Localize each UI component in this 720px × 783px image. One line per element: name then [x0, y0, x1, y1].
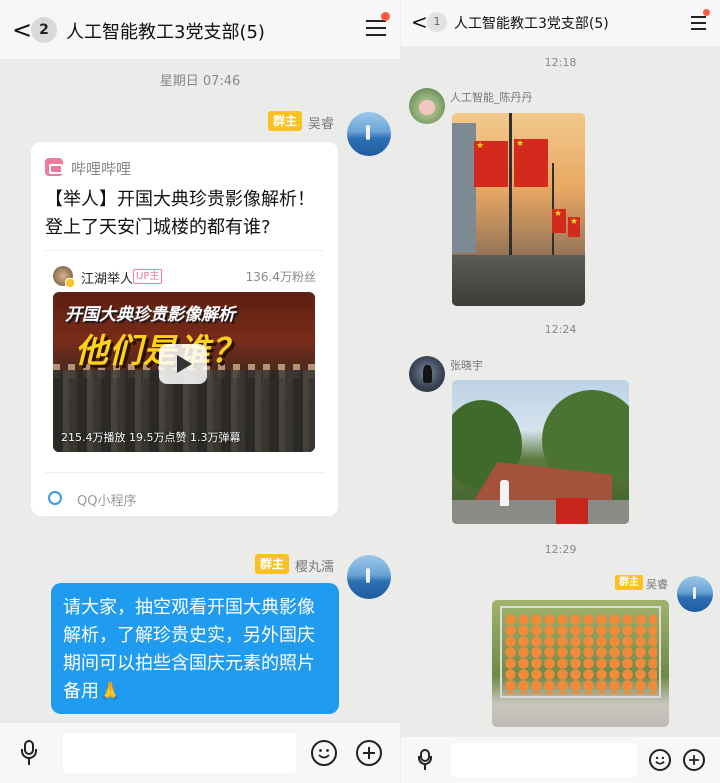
- left-chat-panel: < 2 人工智能教工3党支部(5) 星期日 07:46 群主 吴睿 哔哩哔哩 【…: [0, 0, 400, 783]
- chat-title: 人工智能教工3党支部(5): [454, 16, 609, 32]
- image-message-flags[interactable]: [452, 113, 585, 306]
- text-message-bubble[interactable]: 请大家，抽空观看开国大典影像解析，了解珍贵史实，另外国庆期间可以拍些含国庆元素的…: [51, 583, 339, 714]
- video-thumbnail[interactable]: 开国大典珍贵影像解析 他们是谁？ 215.4万播放 19.5万点赞 1.3万弹幕: [53, 292, 315, 452]
- emoji-icon[interactable]: [649, 749, 671, 771]
- card-divider: [45, 472, 324, 473]
- right-chat-panel: < 1 人工智能教工3党支部(5) 12:18 人工智能_陈丹丹 12:24 张…: [401, 0, 720, 783]
- sender-avatar[interactable]: [347, 555, 391, 599]
- sender-name: 人工智能_陈丹丹: [450, 91, 533, 104]
- card-divider: [45, 250, 324, 251]
- chat-title: 人工智能教工3党支部(5): [66, 22, 265, 43]
- group-owner-tag: 群主: [615, 575, 643, 590]
- thumbnail-banner-top: 开国大典珍贵影像解析: [65, 305, 235, 325]
- back-arrow-icon[interactable]: <: [411, 10, 428, 34]
- sender-name: 吴睿: [308, 117, 335, 132]
- mini-program-icon: [48, 491, 62, 505]
- notification-dot: [703, 9, 710, 16]
- chat-header: < 1 人工智能教工3党支部(5): [401, 0, 720, 46]
- message-timestamp: 星期日 07:46: [159, 74, 241, 89]
- message-text: 请大家，抽空观看开国大典影像解析，了解珍贵史实，另外国庆期间可以拍些含国庆元素的…: [63, 597, 315, 702]
- message-timestamp: 12:29: [544, 543, 577, 556]
- chat-input-bar: [0, 723, 400, 783]
- bilibili-logo-icon: [45, 158, 63, 176]
- image-message-lanterns[interactable]: [492, 600, 669, 727]
- uploader-name: 江湖举人: [81, 272, 134, 287]
- uploader-tag: UP主: [133, 269, 163, 284]
- card-headline: 【举人】开国大典珍贵影像解析！登上了天安门城楼的都有谁?: [45, 189, 315, 238]
- unread-count-badge: 1: [427, 12, 447, 32]
- sender-avatar[interactable]: [409, 88, 445, 124]
- sender-name: 樱丸濡: [295, 560, 335, 575]
- shared-video-card[interactable]: 哔哩哔哩 【举人】开国大典珍贵影像解析！登上了天安门城楼的都有谁? 江湖举人 U…: [31, 142, 338, 516]
- message-timestamp: 12:18: [544, 56, 577, 69]
- add-icon[interactable]: [683, 749, 705, 771]
- back-arrow-icon[interactable]: <: [12, 16, 32, 44]
- sender-avatar[interactable]: [347, 112, 391, 156]
- uploader-avatar: [53, 266, 75, 288]
- play-icon[interactable]: [159, 344, 207, 384]
- message-timestamp: 12:24: [544, 323, 577, 336]
- notification-dot: [381, 12, 390, 21]
- menu-icon[interactable]: [366, 20, 386, 38]
- unread-count-badge: 2: [31, 17, 57, 43]
- image-message-garden[interactable]: [452, 380, 629, 524]
- message-input[interactable]: [63, 733, 296, 773]
- sender-avatar[interactable]: [677, 576, 713, 612]
- emoji-icon[interactable]: [311, 740, 337, 766]
- sender-name: 吴睿: [646, 578, 668, 591]
- sender-avatar[interactable]: [409, 356, 445, 392]
- mini-program-label: QQ小程序: [77, 494, 137, 509]
- group-owner-tag: 群主: [268, 111, 303, 131]
- message-input[interactable]: [451, 743, 637, 777]
- sender-name: 张晓宇: [450, 359, 483, 372]
- microphone-icon[interactable]: [21, 740, 39, 766]
- card-app-name: 哔哩哔哩: [71, 160, 132, 178]
- chat-input-bar: [401, 737, 720, 783]
- chat-header: < 2 人工智能教工3党支部(5): [0, 0, 400, 60]
- menu-icon[interactable]: [691, 16, 707, 34]
- video-stats: 215.4万播放 19.5万点赞 1.3万弹幕: [61, 431, 241, 444]
- microphone-icon[interactable]: [418, 749, 432, 771]
- fan-count: 136.4万粉丝: [245, 270, 316, 284]
- add-icon[interactable]: [356, 740, 382, 766]
- group-owner-tag: 群主: [255, 554, 290, 574]
